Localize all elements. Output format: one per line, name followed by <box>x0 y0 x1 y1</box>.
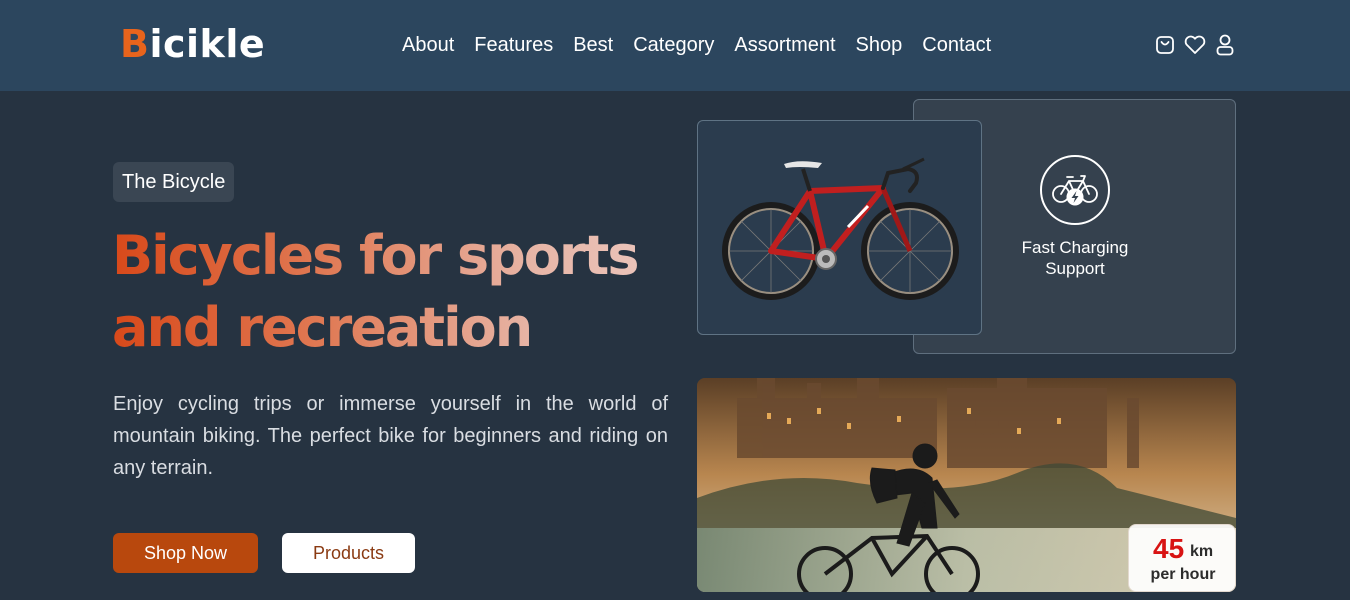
hero-title-line1: Bicycles for sports <box>112 224 638 287</box>
nav-link-features[interactable]: Features <box>464 30 563 60</box>
speed-value: 45 <box>1153 533 1185 564</box>
nav-link-category[interactable]: Category <box>623 30 724 60</box>
hero-tag: The Bicycle <box>113 162 235 202</box>
hero-title: Bicycles for sports and recreation <box>112 220 672 364</box>
road-bike-image <box>722 157 959 300</box>
nav-links: About Features Best Category Assortment … <box>392 30 1001 60</box>
shop-now-button[interactable]: Shop Now <box>113 533 258 573</box>
cart-icon[interactable] <box>1153 33 1177 57</box>
speed-sub: per hour <box>1150 566 1216 583</box>
logo-rest: icikle <box>149 22 266 66</box>
speed-badge: 45 km per hour <box>1128 524 1236 592</box>
brand-logo[interactable]: Bicikle <box>120 20 265 68</box>
nav-link-assortment[interactable]: Assortment <box>724 30 845 60</box>
heart-icon[interactable] <box>1183 33 1207 57</box>
logo-first-letter: B <box>120 22 150 66</box>
navbar: Bicikle About Features Best Category Ass… <box>0 0 1350 91</box>
speed-unit: km <box>1190 543 1214 560</box>
nav-link-best[interactable]: Best <box>563 30 623 60</box>
nav-link-about[interactable]: About <box>392 30 464 60</box>
nav-icons <box>1153 31 1237 59</box>
hero-description: Enjoy cycling trips or immerse yourself … <box>113 393 668 479</box>
feature-label: Fast Charging Support <box>1021 238 1129 278</box>
electric-bike-icon <box>1040 155 1110 225</box>
nav-link-shop[interactable]: Shop <box>846 30 913 60</box>
bike-product-card[interactable] <box>697 120 982 335</box>
hero-title-line2: and recreation <box>112 296 532 359</box>
user-icon[interactable] <box>1213 33 1237 57</box>
products-button[interactable]: Products <box>282 533 415 573</box>
nav-link-contact[interactable]: Contact <box>912 30 1001 60</box>
